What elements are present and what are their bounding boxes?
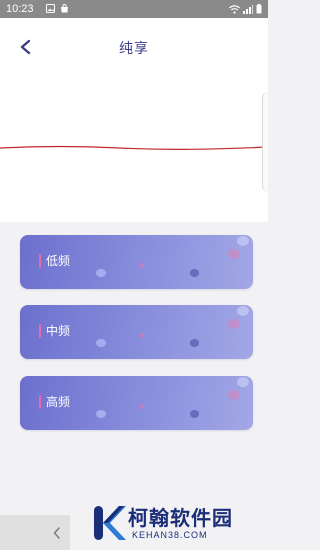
decor-dot bbox=[139, 333, 144, 338]
decor-dot bbox=[139, 404, 144, 409]
shopping-bag-icon bbox=[61, 4, 68, 13]
watermark: 柯翰软件园 KEHAN38.COM bbox=[88, 500, 264, 546]
decor-dot bbox=[237, 236, 249, 246]
status-left-icons bbox=[46, 4, 69, 13]
status-time: 10:23 bbox=[6, 3, 34, 15]
decor-dot bbox=[96, 269, 106, 277]
decor-dot bbox=[228, 319, 240, 329]
card-accent-bar bbox=[39, 254, 41, 268]
card-low-frequency[interactable]: 低频 bbox=[20, 235, 253, 289]
waveform-line bbox=[0, 145, 268, 150]
decor-dot bbox=[139, 263, 144, 268]
watermark-name: 柯翰软件园 bbox=[128, 506, 233, 530]
chevron-left-icon[interactable] bbox=[52, 526, 62, 540]
status-bar: 10:23 bbox=[0, 0, 268, 18]
decor-dot bbox=[190, 410, 199, 418]
decor-dot bbox=[190, 269, 199, 277]
card-accent-bar bbox=[39, 324, 41, 338]
card-accent-bar bbox=[39, 395, 41, 409]
edge-pull-handle[interactable] bbox=[262, 92, 268, 192]
card-label: 中频 bbox=[46, 324, 71, 338]
decor-dot bbox=[96, 410, 106, 418]
decor-dot bbox=[237, 306, 249, 316]
decor-dot bbox=[237, 377, 249, 387]
signal-icon bbox=[243, 4, 253, 14]
card-mid-frequency[interactable]: 中频 bbox=[20, 305, 253, 359]
watermark-url: KEHAN38.COM bbox=[132, 530, 208, 540]
wifi-icon bbox=[229, 4, 240, 14]
decor-dot bbox=[96, 339, 106, 347]
card-label: 低频 bbox=[46, 254, 71, 268]
image-icon bbox=[46, 4, 55, 13]
decor-dot bbox=[228, 390, 240, 400]
k-logo-icon bbox=[94, 506, 126, 540]
battery-icon bbox=[256, 4, 262, 14]
page-title: 纯享 bbox=[119, 41, 149, 57]
card-high-frequency[interactable]: 高频 bbox=[20, 376, 253, 430]
card-label: 高频 bbox=[46, 395, 71, 409]
status-right-icons bbox=[229, 4, 262, 14]
header: 纯享 bbox=[0, 18, 268, 222]
decor-dot bbox=[190, 339, 199, 347]
decor-dot bbox=[228, 249, 240, 259]
